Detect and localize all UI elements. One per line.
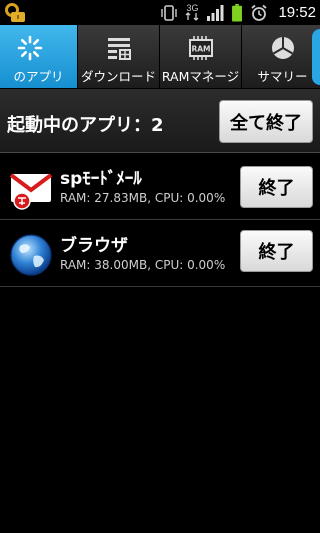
download-list-icon — [106, 34, 132, 62]
running-spinner-icon — [16, 34, 44, 62]
spmode-mail-icon — [9, 173, 53, 210]
vibrate-icon — [161, 4, 178, 21]
app-resource-usage: RAM: 38.00MB, CPU: 0.00% — [60, 258, 226, 272]
tab-summary-label: サマリー — [257, 69, 308, 84]
battery-icon — [232, 3, 243, 22]
tab-downloads-label: ダウンロード — [80, 69, 156, 84]
app-name: spﾓｰﾄﾞﾒｰﾙ — [60, 169, 142, 189]
3g-data-icon: 3G — [185, 4, 199, 21]
tab-downloads[interactable]: ダウンロード — [78, 25, 160, 88]
quit-all-button[interactable]: 全て終了 — [219, 100, 313, 143]
tab-ram-manager[interactable]: RAM RAMマネージ — [160, 25, 242, 88]
network-type-label: 3G — [186, 3, 199, 13]
quit-app-button[interactable]: 終了 — [240, 166, 313, 208]
tab-running-apps-label: のアプリ — [13, 69, 64, 84]
tab-ram-manager-label: RAMマネージ — [161, 69, 240, 84]
clock: 19:52 — [278, 4, 316, 21]
app-name: ブラウザ — [60, 236, 128, 256]
browser-globe-icon — [10, 234, 52, 276]
status-bar: 3G 19:52 — [0, 0, 320, 25]
pie-chart-icon — [270, 34, 296, 62]
alarm-icon — [251, 4, 268, 21]
quit-app-button[interactable]: 終了 — [240, 230, 313, 272]
tab-summary[interactable]: サマリー — [242, 25, 320, 88]
ram-chip-icon: RAM — [186, 34, 216, 62]
tab-scroll-indicator — [312, 29, 320, 85]
svg-text:RAM: RAM — [191, 45, 210, 54]
signal-icon — [207, 4, 224, 21]
running-apps-count: 起動中のアプリ：2 — [7, 115, 164, 136]
tab-running-apps[interactable]: のアプリ — [0, 25, 78, 88]
lock-icon — [5, 3, 25, 22]
app-resource-usage: RAM: 27.83MB, CPU: 0.00% — [60, 191, 226, 205]
tab-bar: のアプリ ダウンロード RAM RAMマネージ サマリー — [0, 25, 320, 89]
